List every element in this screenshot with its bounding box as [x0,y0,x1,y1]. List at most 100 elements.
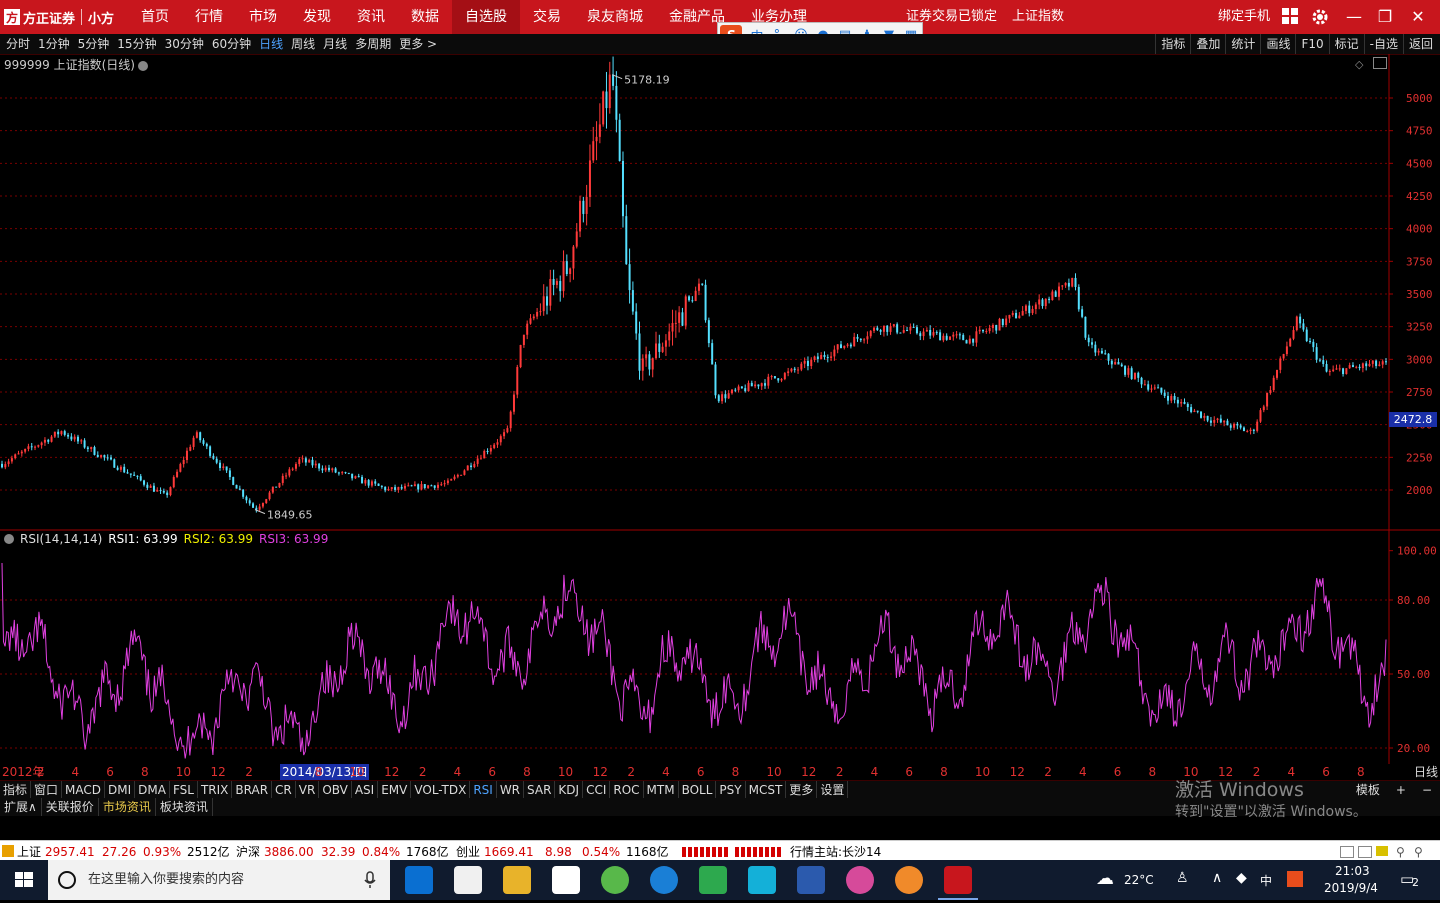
indicator-tab-5[interactable]: FSL [170,781,198,799]
gear-icon[interactable] [1310,7,1330,27]
nav-item-2[interactable]: 市场 [236,0,290,34]
nav-item-1[interactable]: 行情 [182,0,236,34]
nav-item-7[interactable]: 交易 [520,0,574,34]
indicator-right-2[interactable]: − [1414,781,1440,799]
indicator-tab-7[interactable]: BRAR [232,781,273,799]
network-icon[interactable]: ◆ [1236,870,1247,886]
green-app-icon[interactable] [601,866,629,894]
clock-date[interactable]: 2019/9/4 [1324,881,1378,895]
nav-item-3[interactable]: 发现 [290,0,344,34]
indicator-tab-1[interactable]: 窗口 [31,781,63,799]
store-icon[interactable] [454,866,482,894]
chart-tool-7[interactable]: 返回 [1402,34,1438,54]
period-tab-0[interactable]: 分时 [2,34,34,54]
period-tab-5[interactable]: 60分钟 [208,34,255,54]
windows-start-icon[interactable] [0,860,48,900]
indicator-tab-10[interactable]: OBV [319,781,352,799]
period-tab-1[interactable]: 1分钟 [34,34,74,54]
indicator-tab-12[interactable]: EMV [378,781,412,799]
close-icon[interactable]: ✕ [1408,7,1428,27]
edge-browser-icon[interactable] [405,866,433,894]
clock-time[interactable]: 21:03 [1335,864,1370,878]
indicator-tab-22[interactable]: PSY [716,781,746,799]
microphone-icon[interactable] [364,871,376,889]
indicator-tab-16[interactable]: SAR [524,781,556,799]
chart-tool-0[interactable]: 指标 [1155,34,1190,54]
chart-tool-1[interactable]: 叠加 [1190,34,1225,54]
diamond-icon[interactable]: ◇ [1355,58,1363,71]
alert-icon[interactable] [1376,846,1388,856]
period-tab-3[interactable]: 15分钟 [113,34,160,54]
chevron-up-icon[interactable]: ∧ [1212,870,1222,886]
ime-indicator[interactable]: 中 [1260,872,1272,889]
extension-tab-0[interactable]: 扩展∧ [0,798,42,816]
nav-item-5[interactable]: 数据 [398,0,452,34]
video-player-icon[interactable] [748,866,776,894]
extension-tab-2[interactable]: 市场资讯 [99,798,156,816]
panel-toggle-icon[interactable] [1373,57,1387,69]
indicator-tab-21[interactable]: BOLL [679,781,717,799]
indicator-right-1[interactable]: + [1388,781,1414,799]
phone-app-icon[interactable] [699,866,727,894]
indicator-tab-14[interactable]: RSI [470,781,497,799]
period-tab-8[interactable]: 月线 [319,34,351,54]
period-tab-6[interactable]: 日线 [255,34,287,54]
layout-icon-2[interactable] [1358,846,1372,858]
indicator-tab-11[interactable]: ASI [352,781,379,799]
indicator-tab-15[interactable]: WR [497,781,525,799]
ie-browser-icon[interactable] [650,866,678,894]
orange-app-icon[interactable] [895,866,923,894]
rsi-settings-icon[interactable] [4,534,14,544]
period-tab-2[interactable]: 5分钟 [74,34,114,54]
restore-icon[interactable]: ❐ [1375,7,1395,27]
mail-icon[interactable] [552,866,580,894]
chart-tool-5[interactable]: 标记 [1328,34,1364,54]
indicator-tab-9[interactable]: VR [296,781,320,799]
indicator-tab-25[interactable]: 设置 [817,781,849,799]
weather-temp[interactable]: 22°C [1124,873,1154,887]
chart-tool-3[interactable]: 画线 [1260,34,1295,54]
chart-tool-4[interactable]: F10 [1295,34,1328,54]
founder-app-icon[interactable] [944,866,972,894]
period-tab-10[interactable]: 更多 > [395,34,441,54]
nav-item-0[interactable]: 首页 [128,0,182,34]
nav-item-8[interactable]: 泉友商城 [574,0,656,34]
indicator-tab-6[interactable]: TRIX [198,781,233,799]
settings-dot-icon[interactable] [138,60,148,71]
layout-grid-icon[interactable] [1280,7,1300,27]
people-icon[interactable]: ♙ [1176,870,1189,886]
indicator-tab-13[interactable]: VOL-TDX [411,781,471,799]
layout-icon-1[interactable] [1340,846,1354,858]
period-tab-4[interactable]: 30分钟 [161,34,208,54]
word-icon[interactable] [797,866,825,894]
kline-chart[interactable]: 5000 4750 4500 4250 4000 3750 3500 3250 3000 2750… [0,54,1440,764]
chart-tool-2[interactable]: 统计 [1225,34,1260,54]
period-tab-7[interactable]: 周线 [287,34,319,54]
sogou-tray-icon[interactable] [1287,871,1303,887]
bind-phone-link[interactable]: 绑定手机 [1218,0,1270,34]
color-app-icon[interactable] [846,866,874,894]
indicator-tab-23[interactable]: MCST [746,781,787,799]
extension-tab-3[interactable]: 板块资讯 [156,798,213,816]
indicator-tab-20[interactable]: MTM [644,781,679,799]
indicator-tab-19[interactable]: ROC [610,781,644,799]
chart-tool-6[interactable]: -自选 [1363,34,1403,54]
nav-item-6[interactable]: 自选股 [452,0,520,34]
indicator-tab-24[interactable]: 更多 [786,781,818,799]
weather-icon[interactable]: ☁ [1096,868,1114,889]
minimize-icon[interactable]: — [1344,7,1364,27]
indicator-tab-3[interactable]: DMI [105,781,136,799]
indicator-tab-18[interactable]: CCI [583,781,611,799]
market-icon[interactable] [2,845,14,857]
taskbar-search-input[interactable]: 在这里输入你要搜索的内容 [48,860,390,900]
indicator-right-0[interactable]: 模板 [1348,781,1388,799]
indicator-tab-17[interactable]: KDJ [555,781,584,799]
index-link[interactable]: 上证指数 [1012,0,1064,34]
nav-item-4[interactable]: 资讯 [344,0,398,34]
indicator-tab-4[interactable]: DMA [135,781,170,799]
file-explorer-icon[interactable] [503,866,531,894]
extension-tab-1[interactable]: 关联报价 [42,798,99,816]
period-tab-9[interactable]: 多周期 [351,34,395,54]
indicator-tab-0[interactable]: 指标 [0,781,32,799]
indicator-tab-8[interactable]: CR [272,781,296,799]
